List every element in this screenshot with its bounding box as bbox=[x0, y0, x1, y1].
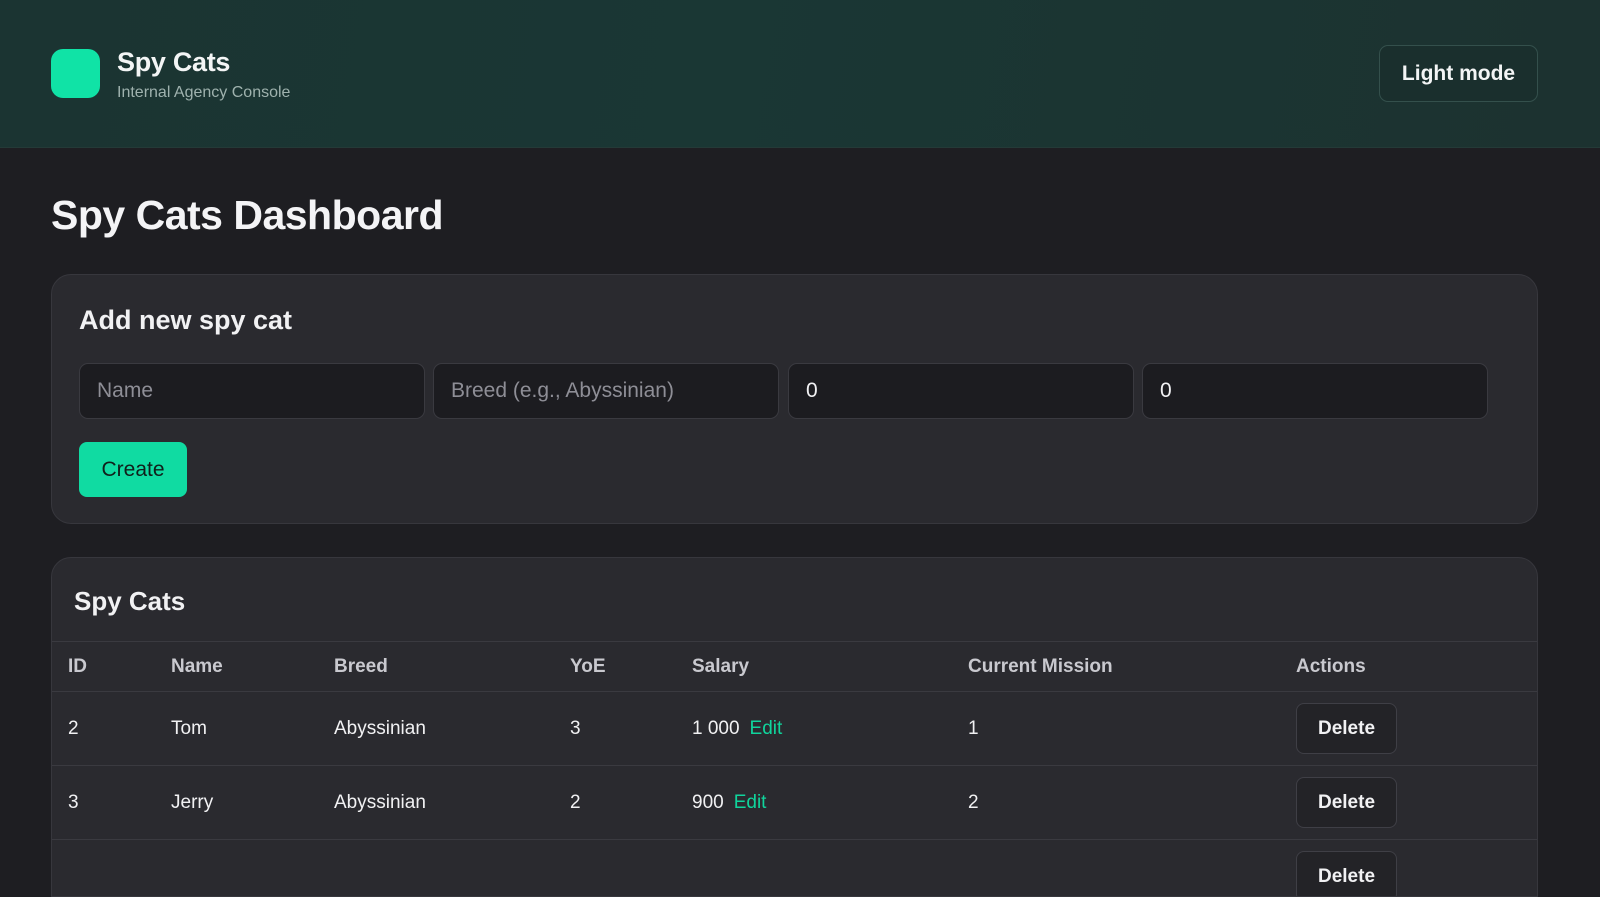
edit-salary-link[interactable]: Edit bbox=[734, 792, 767, 813]
cell-current-mission: 1 bbox=[952, 692, 1280, 766]
table-row: 2 Tom Abyssinian 3 1 000 Edit 1 Delete bbox=[52, 692, 1538, 766]
edit-salary-link[interactable]: Edit bbox=[750, 718, 783, 739]
breed-input[interactable] bbox=[433, 363, 779, 419]
spy-cats-table-card: Spy Cats ID Name Breed YoE Salary Curren… bbox=[51, 557, 1538, 897]
cell-current-mission: 2 bbox=[952, 766, 1280, 840]
cell-yoe: 3 bbox=[554, 692, 676, 766]
brand-name: Spy Cats bbox=[117, 47, 230, 78]
create-button[interactable]: Create bbox=[79, 442, 187, 497]
cell-name: Tom bbox=[155, 692, 318, 766]
create-cat-card: Add new spy cat Create bbox=[51, 274, 1538, 524]
salary-value: 900 bbox=[692, 792, 724, 813]
spy-cats-table: ID Name Breed YoE Salary Current Mission… bbox=[52, 641, 1538, 897]
salary-value: 1 000 bbox=[692, 718, 740, 739]
cell-id: 3 bbox=[52, 766, 155, 840]
column-header-salary: Salary bbox=[676, 642, 952, 692]
cell-salary: 900 Edit bbox=[676, 766, 952, 840]
delete-button[interactable]: Delete bbox=[1296, 703, 1397, 754]
table-row: 3 Jerry Abyssinian 2 900 Edit 2 Delete bbox=[52, 766, 1538, 840]
table-header-row: ID Name Breed YoE Salary Current Mission… bbox=[52, 642, 1538, 692]
column-header-breed: Breed bbox=[318, 642, 554, 692]
cell-id: 2 bbox=[52, 692, 155, 766]
name-input[interactable] bbox=[79, 363, 425, 419]
years-experience-input[interactable] bbox=[788, 363, 1134, 419]
top-header: Spy Cats Internal Agency Console Light m… bbox=[0, 0, 1600, 148]
cell-salary: 1 000 Edit bbox=[676, 692, 952, 766]
brand-logo bbox=[51, 49, 100, 98]
table-row-partial: Delete bbox=[52, 840, 1538, 897]
delete-button[interactable]: Delete bbox=[1296, 777, 1397, 828]
column-header-yoe: YoE bbox=[554, 642, 676, 692]
cell-breed: Abyssinian bbox=[318, 692, 554, 766]
cell-actions: Delete bbox=[1280, 766, 1538, 840]
brand-subtitle: Internal Agency Console bbox=[117, 84, 290, 102]
column-header-actions: Actions bbox=[1280, 642, 1538, 692]
cell-actions: Delete bbox=[1280, 692, 1538, 766]
table-title: Spy Cats bbox=[74, 586, 185, 617]
salary-input[interactable] bbox=[1142, 363, 1488, 419]
theme-toggle-button[interactable]: Light mode bbox=[1379, 45, 1538, 102]
page-title: Spy Cats Dashboard bbox=[51, 192, 443, 239]
cell-name: Jerry bbox=[155, 766, 318, 840]
cell-actions: Delete bbox=[1280, 840, 1538, 897]
cell-yoe: 2 bbox=[554, 766, 676, 840]
create-form-title: Add new spy cat bbox=[79, 305, 292, 336]
cell-breed: Abyssinian bbox=[318, 766, 554, 840]
delete-button[interactable]: Delete bbox=[1296, 851, 1397, 897]
column-header-current-mission: Current Mission bbox=[952, 642, 1280, 692]
column-header-name: Name bbox=[155, 642, 318, 692]
column-header-id: ID bbox=[52, 642, 155, 692]
